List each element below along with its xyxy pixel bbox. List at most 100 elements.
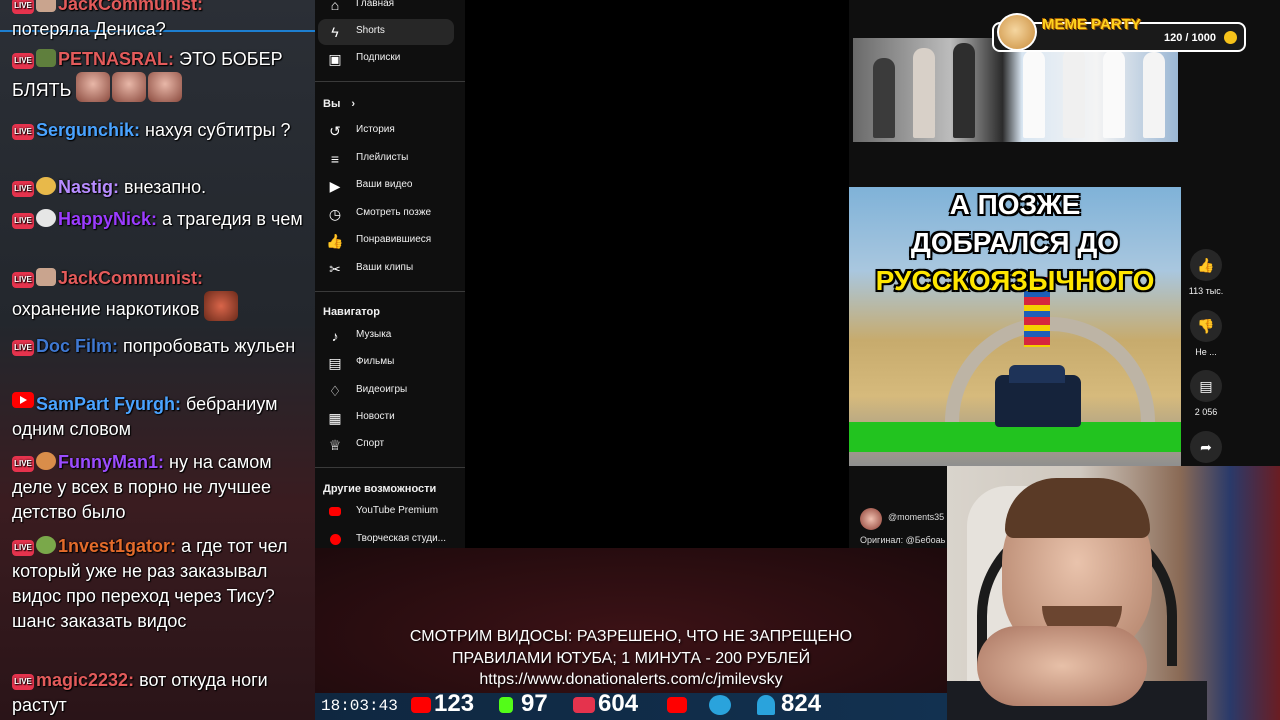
banner-line: ПРАВИЛАМИ ЮТУБА; 1 МИНУТА - 200 РУБЛЕЙ bbox=[451, 650, 811, 667]
chat-message: LIVE JackCommunist: охранение наркотиков bbox=[12, 266, 312, 322]
youtube-premium-icon bbox=[326, 503, 344, 521]
vk-live-badge-icon: LIVE bbox=[12, 272, 34, 288]
vk-live-badge-icon: LIVE bbox=[12, 540, 34, 556]
telegram-icon bbox=[709, 695, 731, 715]
vk-live-badge-icon: LIVE bbox=[12, 340, 34, 356]
like-count: 113 тыс. bbox=[1188, 286, 1224, 296]
dislike-button[interactable]: 👎 bbox=[1190, 310, 1222, 342]
vk-live-badge-icon: LIVE bbox=[12, 0, 34, 14]
share-button[interactable]: ➦ bbox=[1190, 431, 1222, 463]
sidebar-item-label: Новости bbox=[356, 411, 395, 422]
chat-message: LIVE Sergunchik: нахуя субтитры ? bbox=[12, 118, 312, 143]
sidebar-item-films[interactable]: ▤ Фильмы bbox=[318, 350, 454, 376]
sidebar-item-news[interactable]: ▦ Новости bbox=[318, 405, 454, 431]
playlists-icon: ≡ bbox=[330, 151, 340, 167]
sidebar-item-watch-later[interactable]: ◷ Смотреть позже bbox=[318, 201, 454, 227]
vk-live-viewers: 604 bbox=[598, 690, 639, 717]
sidebar-item-label: Музыка bbox=[356, 329, 392, 340]
channel-handle[interactable]: @moments35 bbox=[888, 512, 944, 522]
sidebar-item-shorts[interactable]: ϟ Shorts bbox=[318, 19, 454, 45]
person bbox=[1063, 48, 1085, 138]
chat-message: SamPart Fyurgh: бебраниум одним словом bbox=[12, 392, 312, 442]
sidebar-item-label: Фильмы bbox=[356, 356, 395, 367]
youtube-icon bbox=[411, 697, 431, 713]
chat-nick: PETNASRAL: bbox=[58, 49, 174, 69]
divider bbox=[315, 467, 465, 468]
avatar bbox=[36, 177, 56, 195]
news-icon: ▦ bbox=[328, 410, 342, 426]
sidebar-item-label: Творческая студи... bbox=[356, 533, 447, 544]
sport-icon: ♕ bbox=[328, 437, 342, 453]
sidebar-item-home[interactable]: ⌂ Главная bbox=[318, 0, 454, 18]
video-caption-line: ДОБРАЛСЯ ДО bbox=[910, 227, 1120, 258]
subscriptions-icon: ▣ bbox=[328, 51, 342, 67]
sidebar-item-liked[interactable]: 👍 Понравившиеся bbox=[318, 228, 454, 254]
vk-live-badge-icon: LIVE bbox=[12, 181, 34, 197]
films-icon: ▤ bbox=[328, 355, 342, 371]
like-button[interactable]: 👍 bbox=[1190, 249, 1222, 281]
person bbox=[953, 43, 975, 138]
hands bbox=[977, 626, 1147, 706]
comment-icon: ▤ bbox=[1199, 378, 1213, 394]
sidebar-item-sport[interactable]: ♕ Спорт bbox=[318, 432, 454, 458]
doge-icon bbox=[997, 13, 1037, 51]
chat-nick: Doc Film: bbox=[36, 336, 119, 356]
video-caption-line: А ПОЗЖЕ bbox=[949, 189, 1081, 220]
comments-button[interactable]: ▤ bbox=[1190, 370, 1222, 402]
sidebar-item-label: Ваши видео bbox=[356, 179, 413, 190]
chat-nick: JackCommunist: bbox=[58, 268, 204, 288]
creative-studio-icon bbox=[326, 531, 344, 549]
hair bbox=[1005, 478, 1150, 538]
sidebar-item-label: Ваши клипы bbox=[356, 262, 414, 273]
shorts-icon: ϟ bbox=[331, 24, 339, 40]
sidebar-item-label: Видеоигры bbox=[356, 384, 408, 395]
original-credit[interactable]: Оригинал: @Бебоаь bbox=[860, 535, 945, 545]
chat-text: потеряла Дениса? bbox=[12, 19, 166, 39]
sidebar-item-history[interactable]: ↺ История bbox=[318, 118, 454, 144]
person bbox=[913, 48, 935, 138]
vk-live-badge-icon: LIVE bbox=[12, 674, 34, 690]
shorts-video-player[interactable]: А ПОЗЖЕ ДОБРАЛСЯ ДО РУССКОЯЗЫЧНОГО bbox=[849, 187, 1181, 466]
avatar bbox=[36, 0, 56, 12]
sidebar-more-heading: Другие возможности bbox=[323, 483, 437, 495]
sidebar-item-label: Главная bbox=[356, 0, 395, 9]
thumb-down-icon: 👎 bbox=[1197, 318, 1215, 334]
section-heading: Вы bbox=[323, 98, 341, 110]
previous-short-thumbnail[interactable] bbox=[853, 38, 1178, 142]
chat-message: LIVE Nastig: внезапно. bbox=[12, 175, 312, 200]
user-icon bbox=[757, 695, 775, 715]
sidebar-item-your-videos[interactable]: ▶ Ваши видео bbox=[318, 173, 454, 199]
clips-icon: ✂ bbox=[329, 261, 341, 277]
sidebar-item-youtube-premium[interactable]: YouTube Premium bbox=[318, 499, 454, 525]
youtube-viewers: 123 bbox=[434, 690, 475, 717]
stream-clock: 18:03:43 bbox=[321, 697, 398, 715]
car bbox=[995, 365, 1081, 427]
chat-nick: FunnyMan1: bbox=[58, 452, 164, 472]
chat-text: а трагедия в чем bbox=[162, 209, 303, 229]
kick-viewers: 97 bbox=[521, 690, 548, 717]
emote-icon bbox=[76, 72, 111, 102]
chat-text: попробовать жульен bbox=[123, 336, 296, 356]
avatar bbox=[36, 209, 56, 227]
sidebar-item-gaming[interactable]: ♢ Видеоигры bbox=[318, 378, 454, 404]
sidebar-item-label: Смотреть позже bbox=[356, 207, 432, 218]
channel-avatar[interactable] bbox=[860, 508, 882, 530]
chat-nick: magic2232: bbox=[36, 670, 135, 690]
vk-live-badge-icon: LIVE bbox=[12, 213, 34, 229]
chat-nick: Nastig: bbox=[58, 177, 120, 197]
sidebar-item-label: Спорт bbox=[356, 438, 385, 449]
sidebar-item-label: История bbox=[356, 124, 395, 135]
coin-icon bbox=[1224, 31, 1237, 44]
chevron-right-icon: › bbox=[351, 98, 356, 110]
chat-nick: Sergunchik: bbox=[36, 120, 141, 140]
sidebar-you-heading[interactable]: Вы › bbox=[323, 98, 355, 110]
sidebar-item-playlists[interactable]: ≡ Плейлисты bbox=[318, 146, 454, 172]
sidebar-item-subscriptions[interactable]: ▣ Подписки bbox=[318, 46, 454, 72]
sidebar-item-clips[interactable]: ✂ Ваши клипы bbox=[318, 256, 454, 282]
webcam-feed bbox=[947, 466, 1280, 720]
sidebar-item-label: YouTube Premium bbox=[356, 505, 439, 516]
sidebar-item-music[interactable]: ♪ Музыка bbox=[318, 323, 454, 349]
sidebar-item-label: Shorts bbox=[356, 25, 385, 36]
donation-link[interactable]: https://www.donationalerts.com/c/jmilevs… bbox=[315, 671, 947, 689]
banner-line: СМОТРИМ ВИДОСЫ: РАЗРЕШЕНО, ЧТО НЕ ЗАПРЕЩ… bbox=[409, 628, 853, 645]
